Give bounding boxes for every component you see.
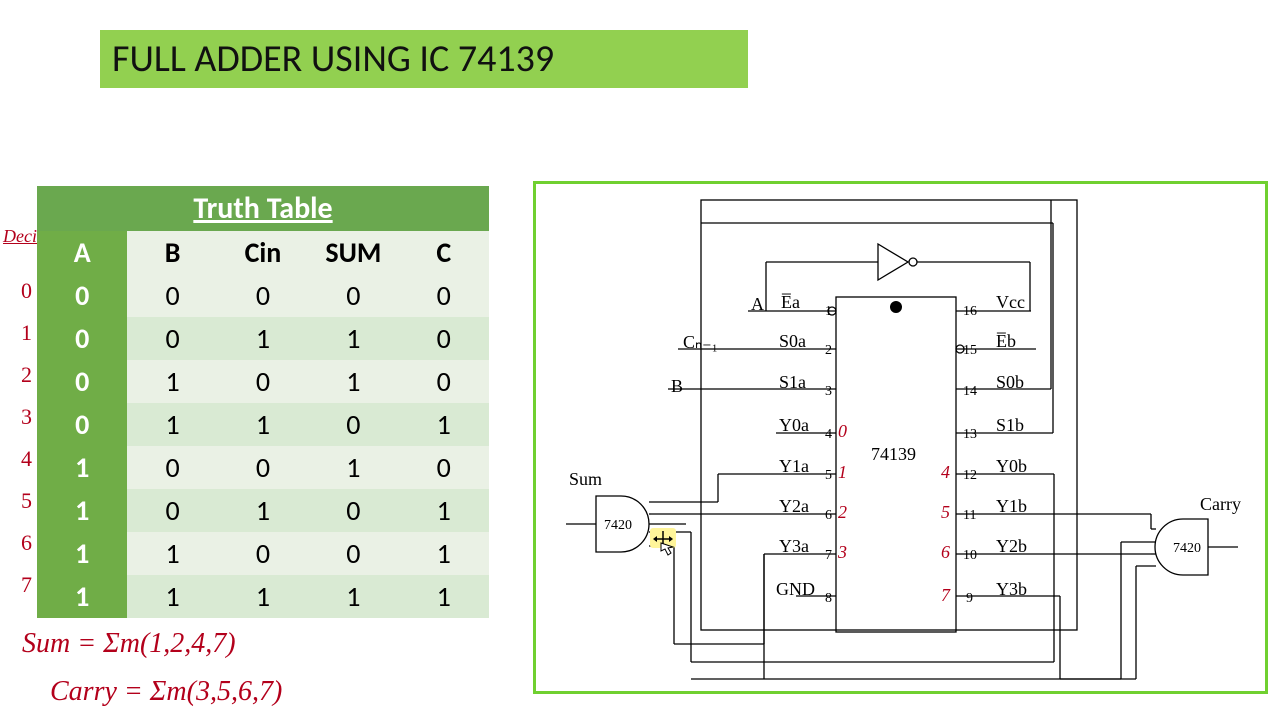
input-Cin-label: Cₙ₋₁ [683,332,718,352]
right-pins: Vcc 16 E̅b 15 S0b 14 S1b 13 Y0b 12 4 Y1b 11 5 Y2… [941,292,1027,606]
left-gate-label: 7420 [604,518,632,533]
svg-text:Y0a: Y0a [779,415,809,435]
row-index-2: 2 [12,362,32,388]
svg-text:6: 6 [941,542,950,562]
svg-text:Y0b: Y0b [996,456,1027,476]
svg-text:S1b: S1b [996,415,1024,435]
svg-text:Y1a: Y1a [779,456,809,476]
row-index-5: 5 [12,488,32,514]
truth-table-caption: Truth Table [37,186,489,231]
table-row: 00000 [37,274,489,317]
svg-text:4: 4 [941,462,950,482]
table-row: 11001 [37,532,489,575]
input-B-label: B [671,376,683,396]
svg-text:16: 16 [963,304,977,319]
svg-text:2: 2 [825,343,832,358]
table-row: 00110 [37,317,489,360]
carry-output-label: Carry [1200,494,1241,514]
svg-text:0: 0 [838,421,847,441]
svg-text:E̅b: E̅b [996,331,1016,351]
sum-equation: Sum = Σm(1,2,4,7) [22,628,236,660]
svg-text:Y2b: Y2b [996,536,1027,556]
svg-text:GND: GND [776,579,815,599]
col-header-B: B [127,231,217,274]
svg-text:3: 3 [825,384,832,399]
svg-text:S0b: S0b [996,372,1024,392]
svg-text:11: 11 [963,508,976,523]
svg-text:S0a: S0a [779,331,806,351]
svg-text:5: 5 [825,468,832,483]
svg-text:12: 12 [963,468,977,483]
row-index-7: 7 [12,572,32,598]
svg-text:S1a: S1a [779,372,806,392]
svg-text:Y3a: Y3a [779,536,809,556]
row-index-0: 0 [12,278,32,304]
truth-table: Truth Table A B Cin SUM C 00000 00110 01… [37,186,489,618]
svg-text:7: 7 [941,585,951,605]
table-row: 10010 [37,446,489,489]
svg-text:1: 1 [825,304,832,319]
row-index-6: 6 [12,530,32,556]
table-row: 01101 [37,403,489,446]
svg-text:8: 8 [825,591,832,606]
svg-text:E̅a: E̅a [781,292,800,312]
svg-text:2: 2 [838,502,847,522]
svg-text:6: 6 [825,508,832,523]
row-index-3: 3 [12,404,32,430]
svg-text:15: 15 [963,343,977,358]
sum-output-label: Sum [569,469,602,489]
svg-text:10: 10 [963,548,977,563]
svg-text:5: 5 [941,502,950,522]
table-row: 10101 [37,489,489,532]
carry-equation: Carry = Σm(3,5,6,7) [50,676,282,708]
svg-text:3: 3 [837,542,847,562]
svg-text:9: 9 [966,591,973,606]
col-header-C: C [399,231,489,274]
svg-text:Y2a: Y2a [779,496,809,516]
table-row: 01010 [37,360,489,403]
svg-text:13: 13 [963,427,977,442]
row-index-4: 4 [12,446,32,472]
svg-text:Y1b: Y1b [996,496,1027,516]
table-row: 11111 [37,575,489,618]
right-gate-label: 7420 [1173,541,1201,556]
input-A-label: A [751,294,764,314]
circuit-diagram: .wire { stroke:#000; stroke-width:1.3; f… [533,181,1268,694]
row-index-1: 1 [12,320,32,346]
svg-text:Y3b: Y3b [996,579,1027,599]
col-header-SUM: SUM [308,231,398,274]
ic-label: 74139 [871,444,916,464]
svg-text:1: 1 [838,462,847,482]
svg-text:14: 14 [963,384,977,399]
page-title: FULL ADDER USING IC 74139 [100,30,748,88]
svg-text:7: 7 [825,548,832,563]
col-header-A: A [37,231,127,274]
svg-text:4: 4 [825,427,832,442]
col-header-Cin: Cin [218,231,308,274]
svg-text:Vcc: Vcc [996,292,1025,312]
